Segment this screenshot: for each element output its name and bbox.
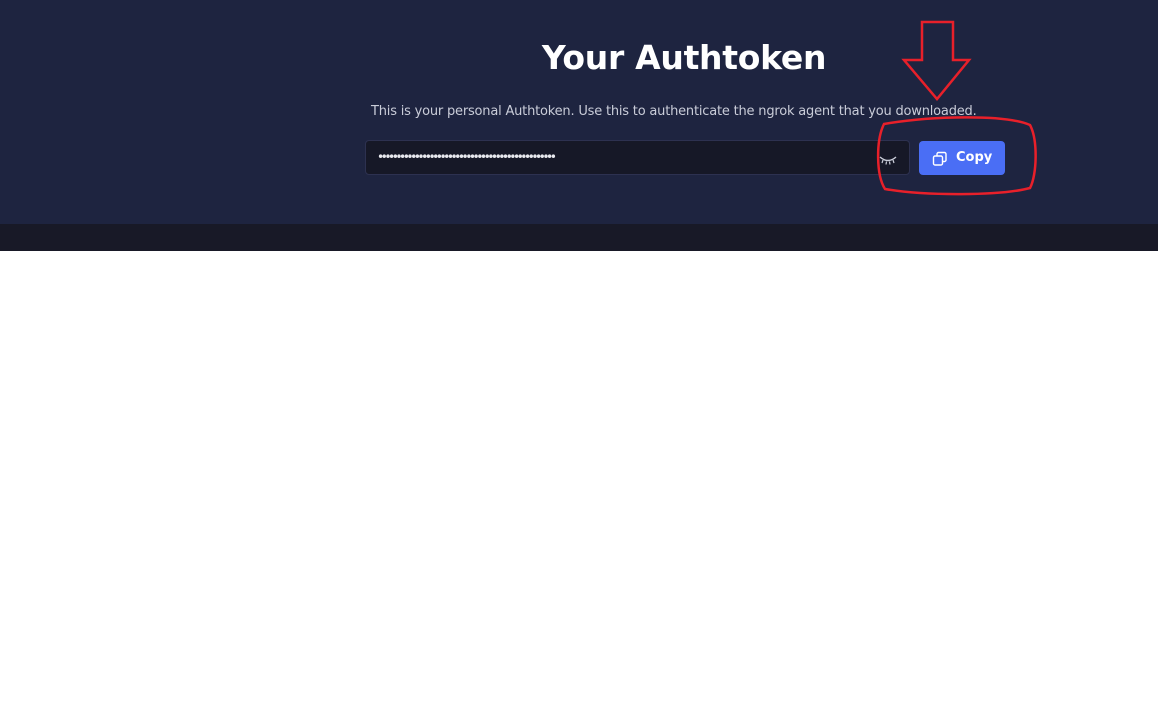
page-description: This is your personal Authtoken. Use thi… [371,104,977,119]
authtoken-field[interactable]: ••••••••••••••••••••••••••••••••••••••••… [365,140,910,175]
copy-icon [932,151,948,167]
page-title: Your Authtoken [541,38,827,77]
panel-bottom-strip [0,224,1158,251]
authtoken-masked-value[interactable]: ••••••••••••••••••••••••••••••••••••••••… [377,150,677,164]
copy-button[interactable]: Copy [919,141,1005,175]
copy-button-label: Copy [956,150,993,165]
eye-closed-icon[interactable] [878,151,898,165]
